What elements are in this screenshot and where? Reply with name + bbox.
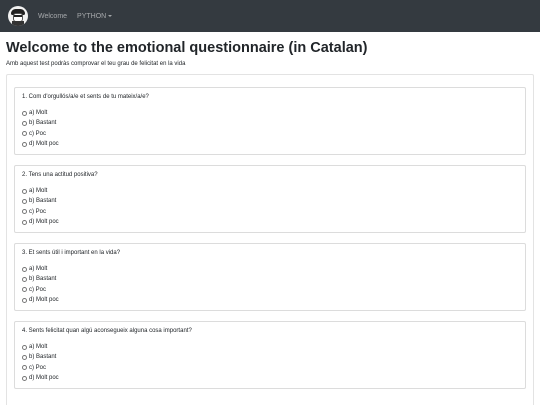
option-label: a) Molt xyxy=(29,188,48,195)
radio-button[interactable] xyxy=(22,188,27,194)
radio-button[interactable] xyxy=(22,209,27,215)
question-text: 2. Tens una actitud positiva? xyxy=(22,172,98,178)
nav-dropdown-label: PYTHON xyxy=(77,12,107,20)
logo-avatar-icon[interactable] xyxy=(8,6,28,26)
radio-button[interactable] xyxy=(22,131,27,137)
radio-button[interactable] xyxy=(22,110,27,116)
radio-button[interactable] xyxy=(22,354,27,360)
option-b[interactable]: b) Bastant xyxy=(22,352,518,362)
option-c[interactable]: c) Poc xyxy=(22,207,518,217)
option-d[interactable]: d) Molt poc xyxy=(22,139,518,149)
option-label: d) Molt poc xyxy=(29,219,59,226)
option-c[interactable]: c) Poc xyxy=(22,285,518,295)
option-label: c) Poc xyxy=(29,286,47,293)
option-d[interactable]: d) Molt poc xyxy=(22,217,518,227)
option-label: c) Poc xyxy=(29,208,47,215)
question-card-1: 1. Com d'orgullós/a/e et sents de tu mat… xyxy=(14,87,526,155)
question-card-3: 3. Et sents útil i important en la vida?… xyxy=(14,243,526,311)
option-label: a) Molt xyxy=(29,344,48,351)
option-label: b) Bastant xyxy=(29,276,57,283)
navbar: Welcome PYTHON xyxy=(0,0,540,32)
option-label: d) Molt poc xyxy=(29,375,59,382)
radio-button[interactable] xyxy=(22,198,27,204)
nav-dropdown-python[interactable]: PYTHON xyxy=(77,12,113,20)
option-c[interactable]: c) Poc xyxy=(22,129,518,139)
radio-button[interactable] xyxy=(22,297,27,303)
question-text: 3. Et sents útil i important en la vida? xyxy=(22,250,121,256)
radio-button[interactable] xyxy=(22,287,27,293)
radio-button[interactable] xyxy=(22,266,27,272)
option-a[interactable]: a) Molt xyxy=(22,342,518,352)
option-label: d) Molt poc xyxy=(29,297,59,304)
option-label: a) Molt xyxy=(29,266,48,273)
option-d[interactable]: d) Molt poc xyxy=(22,295,518,305)
option-label: c) Poc xyxy=(29,130,47,137)
main-content: Welcome to the emotional questionnaire (… xyxy=(0,40,540,405)
radio-button[interactable] xyxy=(22,365,27,371)
option-label: c) Poc xyxy=(29,364,47,371)
question-text: 4. Sents felicitat quan algú aconsegueix… xyxy=(22,328,192,334)
question-card-2: 2. Tens una actitud positiva? a) Molt b)… xyxy=(14,165,526,233)
option-b[interactable]: b) Bastant xyxy=(22,118,518,128)
page-title: Welcome to the emotional questionnaire (… xyxy=(6,40,368,56)
radio-button[interactable] xyxy=(22,219,27,225)
questionnaire-form: 1. Com d'orgullós/a/e et sents de tu mat… xyxy=(6,74,534,405)
option-label: b) Bastant xyxy=(29,120,57,127)
question-text: 1. Com d'orgullós/a/e et sents de tu mat… xyxy=(22,94,149,100)
page-subtitle: Amb aquest test podràs comprovar el teu … xyxy=(6,61,186,67)
option-b[interactable]: b) Bastant xyxy=(22,196,518,206)
question-card-4: 4. Sents felicitat quan algú aconsegueix… xyxy=(14,321,526,389)
radio-button[interactable] xyxy=(22,120,27,126)
option-c[interactable]: c) Poc xyxy=(22,363,518,373)
radio-button[interactable] xyxy=(22,276,27,282)
radio-button[interactable] xyxy=(22,344,27,350)
option-a[interactable]: a) Molt xyxy=(22,264,518,274)
option-a[interactable]: a) Molt xyxy=(22,108,518,118)
option-a[interactable]: a) Molt xyxy=(22,186,518,196)
option-label: b) Bastant xyxy=(29,354,57,361)
option-b[interactable]: b) Bastant xyxy=(22,274,518,284)
option-label: b) Bastant xyxy=(29,198,57,205)
radio-button[interactable] xyxy=(22,375,27,381)
caret-down-icon xyxy=(108,14,113,17)
radio-button[interactable] xyxy=(22,141,27,147)
nav-link-welcome[interactable]: Welcome xyxy=(38,13,67,20)
option-d[interactable]: d) Molt poc xyxy=(22,373,518,383)
option-label: a) Molt xyxy=(29,110,48,117)
option-label: d) Molt poc xyxy=(29,141,59,148)
